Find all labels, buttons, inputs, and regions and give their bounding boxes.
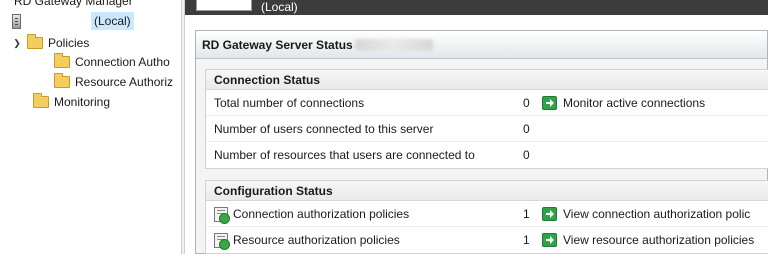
details-header-bar: (Local) <box>185 0 768 15</box>
go-arrow-icon <box>542 207 557 221</box>
row-count: 1 <box>523 207 530 221</box>
row-count: 0 <box>523 96 530 110</box>
row-label-group: Resource authorization policies <box>214 227 400 253</box>
view-resource-authorization-policies-link[interactable]: View resource authorization policies <box>542 227 754 253</box>
chevron-down-icon[interactable]: ❯ <box>12 38 22 49</box>
go-arrow-icon <box>542 96 557 110</box>
folder-icon <box>27 34 43 49</box>
table-row: Number of resources that users are conne… <box>206 142 768 168</box>
table-row: Total number of connections 0 Monitor ac… <box>206 90 768 116</box>
row-label-group: Connection authorization policies <box>214 201 409 227</box>
row-count: 0 <box>523 122 530 136</box>
row-label: Number of users connected to this server <box>214 122 434 136</box>
server-status-panel: RD Gateway Server Status Connection Stat… <box>195 30 768 254</box>
server-status-title: RD Gateway Server Status <box>202 37 353 52</box>
server-status-header: RD Gateway Server Status <box>196 31 767 59</box>
row-label: Total number of connections <box>214 96 365 110</box>
connection-status-section: Connection Status Total number of connec… <box>205 69 768 169</box>
details-header-title: (Local) <box>261 0 298 14</box>
row-label: Connection authorization policies <box>233 207 410 221</box>
action-label: View connection authorization polic <box>563 207 751 221</box>
policy-icon <box>214 232 230 250</box>
tree-item-rd-gateway-manager[interactable]: RD Gateway Manager <box>14 0 133 10</box>
tree-item-label: Policies <box>48 36 90 50</box>
row-count: 1 <box>523 233 530 247</box>
table-row: Resource authorization policies 1 View r… <box>206 227 768 253</box>
row-label: Number of resources that users are conne… <box>214 148 475 162</box>
row-label: Resource authorization policies <box>233 233 400 247</box>
redacted-server-name <box>354 38 433 51</box>
tree-item-connection-authorization-policies[interactable]: Connection Autho <box>54 53 170 71</box>
action-label: View resource authorization policies <box>563 233 755 247</box>
tree-item-label: (Local) <box>91 12 134 30</box>
tree-item-label: RD Gateway Manager <box>14 0 133 8</box>
folder-icon <box>54 53 70 68</box>
server-icon <box>12 13 21 29</box>
tree-item-resource-authorization-policies[interactable]: Resource Authoriz <box>54 73 173 91</box>
view-connection-authorization-policies-link[interactable]: View connection authorization polic <box>542 201 750 227</box>
tree-item-label: Connection Autho <box>75 55 170 69</box>
tree-item-label: Resource Authoriz <box>75 75 174 89</box>
configuration-status-heading: Configuration Status <box>206 181 768 201</box>
tree-item-monitoring[interactable]: Monitoring <box>33 93 110 111</box>
details-pane: (Local) RD Gateway Server Status Connect… <box>185 0 768 254</box>
folder-icon <box>33 93 49 108</box>
folder-icon <box>54 73 70 88</box>
server-name-chip <box>196 0 252 11</box>
row-count: 0 <box>523 148 530 162</box>
table-row: Connection authorization policies 1 View… <box>206 201 768 227</box>
action-label: Monitor active connections <box>563 96 706 110</box>
table-row: Number of users connected to this server… <box>206 116 768 142</box>
monitor-active-connections-link[interactable]: Monitor active connections <box>542 90 705 116</box>
go-arrow-icon <box>542 233 557 247</box>
tree-item-server[interactable]: (Local) <box>12 12 134 30</box>
policy-icon <box>214 206 230 224</box>
tree-item-policies[interactable]: ❯ Policies <box>12 34 89 52</box>
connection-status-heading: Connection Status <box>206 70 768 90</box>
configuration-status-section: Configuration Status Connection authoriz… <box>205 180 768 254</box>
tree-item-label: Monitoring <box>54 95 111 109</box>
navigation-tree: RD Gateway Manager (Local) ❯ Policies Co… <box>0 0 181 254</box>
